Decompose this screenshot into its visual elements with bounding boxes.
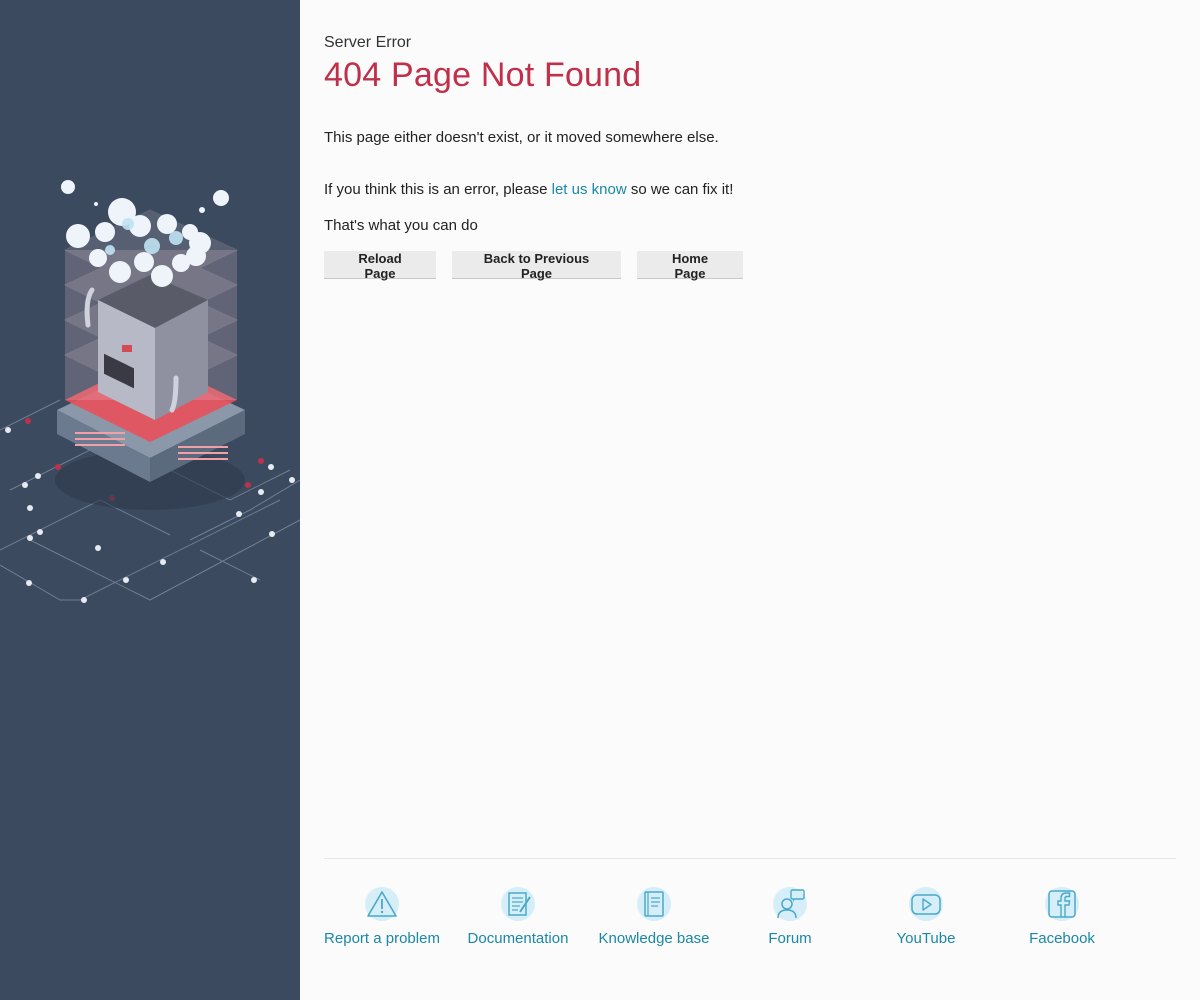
facebook-icon — [1045, 887, 1079, 921]
error-eyebrow: Server Error — [324, 34, 412, 51]
footer-divider — [324, 858, 1176, 859]
forum-icon — [773, 887, 807, 921]
reload-page-button[interactable]: Reload Page — [324, 251, 436, 281]
sidebar-illustration — [0, 0, 300, 1000]
footer-label: Knowledge base — [598, 930, 710, 947]
server-illustration — [0, 180, 300, 603]
actions-intro-text: That's what you can do — [324, 217, 478, 234]
footer-youtube[interactable]: YouTube — [858, 886, 994, 947]
page-title: 404 Page Not Found — [324, 56, 642, 94]
youtube-icon — [909, 887, 943, 921]
home-page-button[interactable]: Home Page — [637, 251, 743, 281]
footer-forum[interactable]: Forum — [722, 886, 858, 947]
footer-label: Facebook — [1029, 930, 1095, 947]
footer-label: Report a problem — [324, 930, 440, 947]
book-icon — [637, 887, 671, 921]
footer-facebook[interactable]: Facebook — [994, 886, 1130, 947]
description-text: This page either doesn't exist, or it mo… — [324, 129, 719, 146]
document-icon — [501, 887, 535, 921]
main-content: Server Error 404 Page Not Found This pag… — [324, 0, 1176, 1000]
warning-icon — [365, 887, 399, 921]
back-to-previous-page-button[interactable]: Back to Previous Page — [452, 251, 621, 281]
footer-knowledge-base[interactable]: Knowledge base — [586, 886, 722, 947]
report-error-text: If you think this is an error, please le… — [324, 181, 733, 198]
footer-label: Documentation — [467, 930, 569, 947]
footer-documentation[interactable]: Documentation — [450, 886, 586, 947]
footer-label: Forum — [768, 930, 812, 947]
report-error-prefix: If you think this is an error, please — [324, 181, 552, 198]
report-error-suffix: so we can fix it! — [626, 181, 734, 198]
action-buttons: Reload Page Back to Previous Page Home P… — [324, 251, 759, 281]
footer-report-problem[interactable]: Report a problem — [314, 886, 450, 947]
let-us-know-link[interactable]: let us know — [552, 181, 627, 198]
footer-label: YouTube — [896, 930, 956, 947]
